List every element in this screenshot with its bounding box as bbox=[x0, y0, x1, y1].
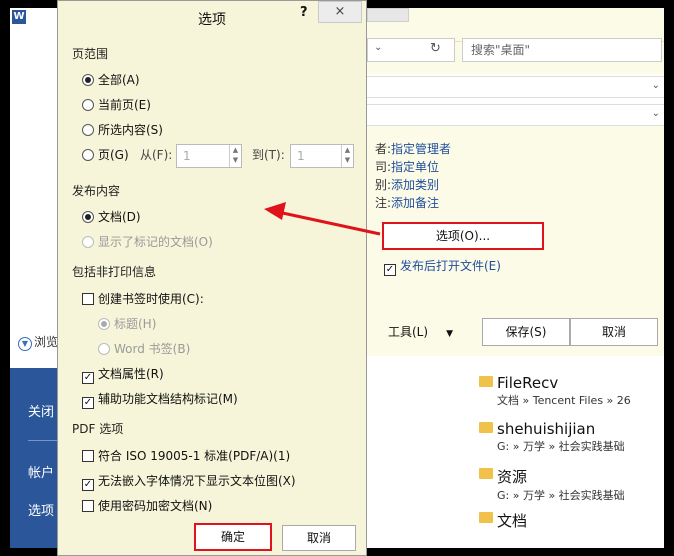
folder-icon bbox=[479, 512, 493, 523]
radio-document-markup[interactable]: 显示了标记的文档(O) bbox=[82, 234, 213, 250]
save-button[interactable]: 保存(S) bbox=[482, 318, 570, 346]
open-after-publish-checkbox[interactable]: ✓ 发布后打开文件(E) bbox=[384, 257, 501, 276]
section-pdf-options: PDF 选项 bbox=[72, 422, 124, 436]
tools-menu[interactable]: 工具(L) ▼ bbox=[388, 323, 453, 340]
dropdown-arrow-icon: ▼ bbox=[446, 329, 453, 339]
dialog-titlebar bbox=[367, 8, 664, 42]
nav-item-close[interactable]: 关闭 bbox=[28, 401, 54, 420]
to-label: 到(T): bbox=[252, 148, 285, 162]
folder-icon bbox=[479, 376, 493, 387]
radio-icon bbox=[82, 124, 94, 136]
publish-dialog: ⌄ ↻ 搜索"桌面" ⌄ ⌄ 者:指定管理者 司:指定单位 别:添加类别 注:添… bbox=[367, 8, 664, 548]
radio-document[interactable]: 文档(D) bbox=[82, 209, 141, 225]
radio-icon bbox=[82, 236, 94, 248]
radio-selected-icon bbox=[98, 318, 110, 330]
close-button[interactable]: × bbox=[318, 1, 362, 23]
list-item[interactable]: shehuishijian G: » 万学 » 社会实践基础 bbox=[479, 420, 625, 454]
annotation-arrow-icon bbox=[264, 202, 381, 236]
options-button[interactable]: 选项(O)... bbox=[382, 222, 544, 250]
checkbox-checked-icon: ✓ bbox=[82, 397, 94, 409]
refresh-icon[interactable]: ↻ bbox=[430, 41, 441, 56]
save-cancel-button[interactable]: 取消 bbox=[570, 318, 658, 346]
filename-field[interactable]: ⌄ bbox=[367, 76, 664, 98]
browse-button[interactable]: ▼ 浏览 bbox=[18, 333, 58, 351]
from-page-stepper[interactable]: 1 ▲ ▼ bbox=[176, 144, 242, 168]
meta-row-authors: 者:指定管理者 bbox=[374, 142, 452, 156]
radio-icon bbox=[82, 149, 94, 161]
checkbox-checked-icon: ✓ bbox=[82, 479, 94, 491]
folder-icon bbox=[479, 468, 493, 479]
checkbox-create-bookmarks[interactable]: 创建书签时使用(C): bbox=[82, 291, 204, 307]
options-dialog: 选项 ? × 页范围 全部(A) 当前页(E) 所选内容(S) 页(G) 从(F… bbox=[57, 0, 367, 556]
section-page-range: 页范围 bbox=[72, 47, 109, 61]
checkbox-encrypt-password[interactable]: 使用密码加密文档(N) bbox=[82, 498, 212, 514]
radio-pages[interactable]: 页(G) bbox=[82, 147, 129, 163]
list-item[interactable]: 资源 G: » 万学 » 社会实践基础 bbox=[479, 466, 625, 503]
close-button[interactable] bbox=[367, 8, 409, 22]
word-backstage-nav: W ▼ 浏览 关闭 帐户 选项 bbox=[10, 8, 60, 548]
chevron-down-icon: ⌄ bbox=[651, 80, 660, 91]
list-item[interactable]: 文档 bbox=[479, 510, 527, 531]
radio-icon bbox=[98, 343, 110, 355]
checkbox-document-properties[interactable]: ✓ 文档属性(R) bbox=[82, 366, 164, 384]
meta-row-category: 别:添加类别 bbox=[374, 178, 440, 192]
list-item[interactable]: FileRecv 文档 » Tencent Files » 26 bbox=[479, 374, 631, 408]
meta-value-link[interactable]: 指定管理者 bbox=[391, 142, 451, 156]
radio-current-page[interactable]: 当前页(E) bbox=[82, 97, 151, 113]
file-list: FileRecv 文档 » Tencent Files » 26 shehuis… bbox=[367, 360, 664, 548]
radio-word-bookmarks[interactable]: Word 书签(B) bbox=[98, 341, 190, 357]
radio-all[interactable]: 全部(A) bbox=[82, 72, 140, 88]
spinner-arrows-icon[interactable]: ▲ ▼ bbox=[341, 145, 353, 167]
cancel-button[interactable]: 取消 bbox=[282, 525, 356, 551]
folder-icon bbox=[479, 422, 493, 433]
section-nonprint-info: 包括非打印信息 bbox=[72, 265, 157, 279]
radio-selected-icon bbox=[82, 74, 94, 86]
backstage-nav-panel bbox=[10, 368, 60, 548]
checkbox-bitmap-text[interactable]: ✓ 无法嵌入字体情况下显示文本位图(X) bbox=[82, 473, 296, 491]
help-button[interactable]: ? bbox=[300, 5, 308, 20]
nav-item-account[interactable]: 帐户 bbox=[28, 462, 54, 481]
chevron-down-icon: ▼ bbox=[18, 337, 32, 351]
checkbox-icon bbox=[82, 500, 94, 512]
meta-row-company: 司:指定单位 bbox=[374, 160, 440, 174]
to-page-stepper[interactable]: 1 ▲ ▼ bbox=[290, 144, 354, 168]
radio-headings[interactable]: 标题(H) bbox=[98, 316, 156, 332]
nav-item-options[interactable]: 选项 bbox=[28, 500, 54, 519]
search-input[interactable]: 搜索"桌面" bbox=[462, 38, 662, 62]
address-bar[interactable]: ⌄ ↻ bbox=[367, 38, 455, 62]
chevron-down-icon[interactable]: ⌄ bbox=[374, 42, 382, 53]
chevron-down-icon: ⌄ bbox=[651, 108, 660, 119]
from-label: 从(F): bbox=[140, 148, 173, 162]
nav-divider bbox=[28, 440, 60, 441]
checkbox-icon bbox=[82, 293, 94, 305]
checkbox-structure-tags[interactable]: ✓ 辅助功能文档结构标记(M) bbox=[82, 391, 238, 409]
radio-selected-icon bbox=[82, 211, 94, 223]
dialog-title: 选项 bbox=[198, 12, 226, 28]
checkbox-icon bbox=[82, 450, 94, 462]
checkbox-checked-icon: ✓ bbox=[82, 372, 94, 384]
meta-value-link[interactable]: 添加类别 bbox=[391, 178, 439, 192]
spinner-arrows-icon[interactable]: ▲ ▼ bbox=[229, 145, 241, 167]
checkbox-checked-icon: ✓ bbox=[384, 264, 396, 276]
ok-button[interactable]: 确定 bbox=[194, 523, 272, 551]
browse-label: 浏览 bbox=[34, 335, 59, 349]
word-logo-icon: W bbox=[12, 10, 26, 24]
filetype-field[interactable]: ⌄ bbox=[367, 104, 664, 126]
meta-value-link[interactable]: 指定单位 bbox=[391, 160, 439, 174]
radio-icon bbox=[82, 99, 94, 111]
checkbox-iso-compliant[interactable]: 符合 ISO 19005-1 标准(PDF/A)(1) bbox=[82, 448, 290, 464]
radio-selection[interactable]: 所选内容(S) bbox=[82, 122, 163, 138]
meta-value-link[interactable]: 添加备注 bbox=[391, 196, 439, 210]
section-publish-what: 发布内容 bbox=[72, 184, 121, 198]
